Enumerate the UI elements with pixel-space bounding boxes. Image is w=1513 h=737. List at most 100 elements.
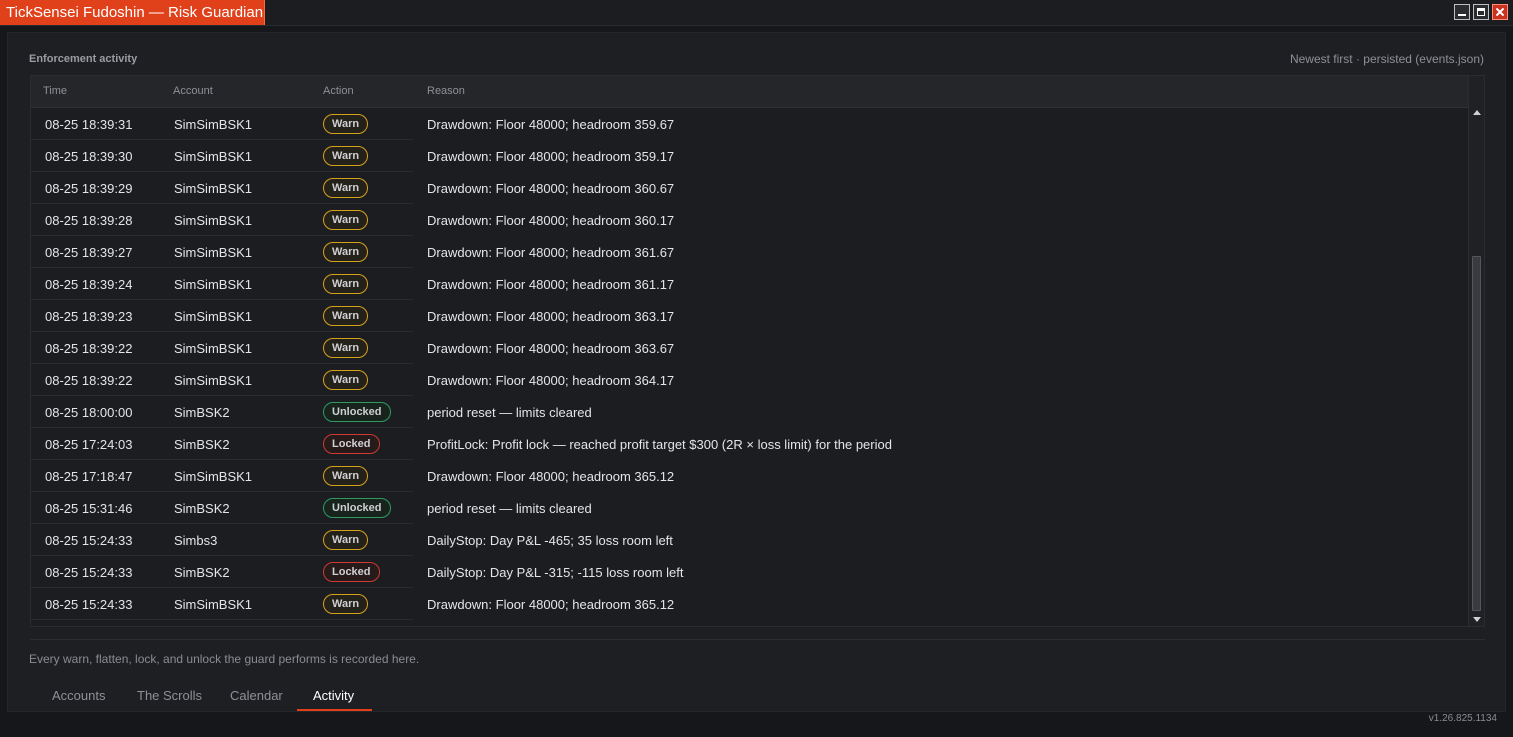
table-row[interactable]: 08-25 17:24:03 SimBSK2 Locked ProfitLock: P…: [31, 428, 1469, 460]
cell-time: 08-25 18:39:28: [45, 213, 133, 228]
table-row[interactable]: 08-25 15:24:33 SimBSK2 Locked DailyStop: Da…: [31, 556, 1469, 588]
cell-reason: period reset — limits cleared: [427, 405, 592, 420]
action-badge-warn: Warn: [323, 306, 369, 326]
cell-account: SimSimBSK1: [174, 181, 253, 196]
maximize-icon[interactable]: [1473, 4, 1489, 20]
cell-reason: Drawdown: Floor 48000; headroom 359.17: [427, 149, 675, 164]
action-badge-warn: Warn: [323, 466, 369, 486]
table-row[interactable]: 08-25 18:00:00 SimBSK2 Unlocked period rese…: [31, 396, 1469, 428]
table-row[interactable]: 08-25 18:39:22 SimSimBSK1 Warn Drawdown: Fl…: [31, 364, 1469, 396]
cell-reason: ProfitLock: Profit lock — reached profit…: [427, 437, 892, 452]
cell-account: SimSimBSK1: [174, 117, 253, 132]
table-row[interactable]: 08-25 18:39:22 SimSimBSK1 Warn Drawdown: Fl…: [31, 332, 1469, 364]
cell-time: 08-25 17:24:03: [45, 437, 133, 452]
action-badge-warn: Warn: [323, 210, 369, 230]
action-badge-warn: Warn: [323, 338, 369, 358]
table-row[interactable]: 08-25 18:39:23 SimSimBSK1 Warn Drawdown: Fl…: [31, 300, 1469, 332]
cell-reason: Drawdown: Floor 48000; headroom 365.12: [427, 597, 675, 612]
cell-time: 08-25 15:24:33: [45, 597, 133, 612]
table-row[interactable]: 08-25 18:39:30 SimSimBSK1 Warn Drawdown: Fl…: [31, 140, 1469, 172]
minimize-icon[interactable]: [1454, 4, 1470, 20]
divider: [30, 639, 1485, 640]
cell-account: SimSimBSK1: [174, 277, 253, 292]
scroll-up-icon[interactable]: [1473, 110, 1481, 115]
cell-reason: Drawdown: Floor 48000; headroom 359.67: [427, 117, 675, 132]
column-header-action[interactable]: Action: [323, 85, 354, 97]
cell-reason: period reset — limits cleared: [427, 501, 592, 516]
table-row[interactable]: 08-25 18:39:27 SimSimBSK1 Warn Drawdown: Fl…: [31, 236, 1469, 268]
cell-time: 08-25 15:24:33: [45, 565, 133, 580]
table-row[interactable]: 08-25 18:39:31 SimSimBSK1 Warn Drawdown: Fl…: [31, 108, 1469, 140]
scrollbar-thumb[interactable]: [1472, 256, 1481, 611]
scroll-down-icon[interactable]: [1473, 617, 1481, 622]
table-row[interactable]: 08-25 18:39:24 SimSimBSK1 Warn Drawdown: Fl…: [31, 268, 1469, 300]
action-badge-warn: Warn: [323, 114, 369, 134]
cell-account: SimBSK2: [174, 501, 230, 516]
cell-time: 08-25 18:39:24: [45, 277, 133, 292]
cell-account: SimSimBSK1: [174, 469, 253, 484]
cell-account: SimBSK2: [174, 437, 230, 452]
cell-account: Simbs3: [174, 533, 218, 548]
active-tab-indicator: [297, 709, 372, 711]
cell-time: 08-25 18:39:30: [45, 149, 133, 164]
section-title: Enforcement activity: [29, 53, 138, 65]
cell-reason: DailyStop: Day P&L -465; 35 loss room le…: [427, 533, 673, 548]
activity-table: Time Account Action Reason 08-25 18:39:3…: [30, 75, 1485, 627]
sort-persist-note: Newest first · persisted (events.json): [1289, 52, 1484, 66]
table-row[interactable]: 08-25 15:24:33 Simbs3 Warn DailyStop: Day P…: [31, 524, 1469, 556]
column-header-account[interactable]: Account: [173, 85, 213, 97]
action-badge-warn: Warn: [323, 146, 369, 166]
title-bar: TickSensei Fudoshin — Risk Guardian: [0, 0, 1513, 26]
cell-account: SimSimBSK1: [174, 149, 253, 164]
activity-panel: Enforcement activity Newest first · pers…: [7, 32, 1506, 712]
cell-account: SimSimBSK1: [174, 213, 253, 228]
cell-time: 08-25 15:31:46: [45, 501, 133, 516]
tab-activity[interactable]: Activity: [313, 688, 354, 703]
cell-time: 08-25 18:39:23: [45, 309, 133, 324]
version-label: v1.26.825.1134: [1428, 713, 1497, 724]
cell-account: SimBSK2: [174, 565, 230, 580]
table-row[interactable]: 08-25 15:24:33 SimSimBSK1 Warn Drawdown: Fl…: [31, 588, 1469, 620]
cell-time: 08-25 18:39:22: [45, 341, 133, 356]
tab-accounts[interactable]: Accounts: [52, 688, 105, 703]
cell-reason: DailyStop: Day P&L -315; -115 loss room …: [427, 565, 684, 580]
cell-time: 08-25 18:39:29: [45, 181, 133, 196]
cell-account: SimSimBSK1: [174, 597, 253, 612]
cell-reason: Drawdown: Floor 48000; headroom 360.17: [427, 213, 675, 228]
window-title: TickSensei Fudoshin — Risk Guardian: [0, 0, 265, 25]
table-header: Time Account Action Reason: [31, 76, 1469, 108]
column-header-time[interactable]: Time: [43, 85, 67, 97]
cell-reason: Drawdown: Floor 48000; headroom 363.17: [427, 309, 675, 324]
cell-time: 08-25 18:39:31: [45, 117, 133, 132]
action-badge-unlocked: Unlocked: [323, 402, 391, 422]
vertical-scrollbar[interactable]: [1468, 76, 1484, 626]
table-row[interactable]: 08-25 15:31:46 SimBSK2 Unlocked period rese…: [31, 492, 1469, 524]
cell-time: 08-25 18:00:00: [45, 405, 133, 420]
action-badge-locked: Locked: [323, 562, 380, 582]
table-row[interactable]: 08-25 18:39:28 SimSimBSK1 Warn Drawdown: Fl…: [31, 204, 1469, 236]
action-badge-warn: Warn: [323, 594, 369, 614]
cell-reason: Drawdown: Floor 48000; headroom 363.67: [427, 341, 675, 356]
action-badge-warn: Warn: [323, 242, 369, 262]
table-row[interactable]: 08-25 18:39:29 SimSimBSK1 Warn Drawdown: Fl…: [31, 172, 1469, 204]
cell-account: SimSimBSK1: [174, 309, 253, 324]
column-header-reason[interactable]: Reason: [427, 85, 465, 97]
cell-time: 08-25 18:39:27: [45, 245, 133, 260]
footer-note: Every warn, flatten, lock, and unlock th…: [29, 652, 420, 666]
action-badge-warn: Warn: [323, 530, 369, 550]
close-icon[interactable]: [1492, 4, 1508, 20]
action-badge-warn: Warn: [323, 370, 369, 390]
cell-time: 08-25 15:24:33: [45, 533, 133, 548]
action-badge-warn: Warn: [323, 274, 369, 294]
action-badge-unlocked: Unlocked: [323, 498, 391, 518]
cell-account: SimSimBSK1: [174, 373, 253, 388]
table-body: 08-25 18:39:31 SimSimBSK1 Warn Drawdown: Fl…: [31, 108, 1469, 620]
action-badge-warn: Warn: [323, 178, 369, 198]
cell-reason: Drawdown: Floor 48000; headroom 361.67: [427, 245, 675, 260]
cell-account: SimSimBSK1: [174, 341, 253, 356]
cell-time: 08-25 17:18:47: [45, 469, 133, 484]
cell-reason: Drawdown: Floor 48000; headroom 364.17: [427, 373, 675, 388]
table-row[interactable]: 08-25 17:18:47 SimSimBSK1 Warn Drawdown: Fl…: [31, 460, 1469, 492]
tab-calendar[interactable]: Calendar: [230, 688, 283, 703]
tab-the-scrolls[interactable]: The Scrolls: [137, 688, 202, 703]
